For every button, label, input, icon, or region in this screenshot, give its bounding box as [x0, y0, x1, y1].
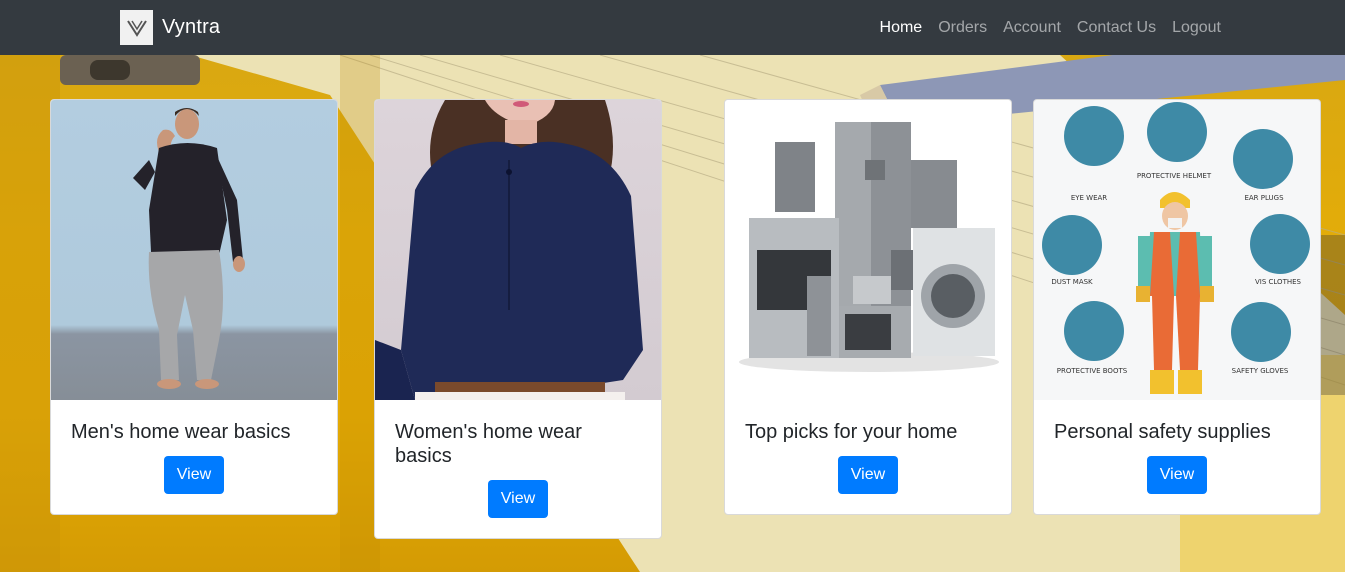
- view-button-home[interactable]: View: [837, 456, 899, 494]
- label-ear-plugs: EAR PLUGS: [1244, 194, 1284, 202]
- brand-link[interactable]: Vyntra: [120, 10, 220, 45]
- nav-orders[interactable]: Orders: [938, 19, 987, 37]
- nav-account[interactable]: Account: [1003, 19, 1061, 37]
- nav-links: Home Orders Account Contact Us Logout: [864, 0, 1221, 55]
- card-title-safety: Personal safety supplies: [1054, 421, 1271, 443]
- label-vis-clothes: VIS CLOTHES: [1255, 278, 1302, 286]
- card-title-home: Top picks for your home: [745, 421, 958, 443]
- category-card-womens: Women's home wear basics View: [374, 99, 662, 539]
- view-button-safety[interactable]: View: [1146, 456, 1208, 494]
- mens-wear-image: [51, 100, 337, 400]
- category-card-home: Top picks for your home View: [724, 99, 1012, 515]
- card-title-womens: Women's home wear basics: [395, 421, 582, 467]
- view-button-mens[interactable]: View: [163, 456, 225, 494]
- safety-supplies-image: EYE WEAR PROTECTIVE HELMET EAR PLUGS DUS…: [1034, 100, 1320, 400]
- label-gloves: SAFETY GLOVES: [1232, 367, 1289, 375]
- brand-name: Vyntra: [162, 16, 221, 38]
- background-desk-image: Men's home wear basics View Women's home…: [0, 55, 1345, 572]
- label-dust-mask: DUST MASK: [1051, 278, 1093, 286]
- label-helmet: PROTECTIVE HELMET: [1137, 172, 1212, 180]
- category-card-safety: EYE WEAR PROTECTIVE HELMET EAR PLUGS DUS…: [1033, 99, 1321, 515]
- brand-logo-icon: [120, 10, 153, 45]
- label-eye-wear: EYE WEAR: [1071, 194, 1107, 202]
- nav-contact-us[interactable]: Contact Us: [1077, 19, 1156, 37]
- top-navbar: Vyntra Home Orders Account Contact Us Lo…: [0, 0, 1345, 55]
- nav-logout[interactable]: Logout: [1172, 19, 1221, 37]
- category-card-mens: Men's home wear basics View: [50, 99, 338, 515]
- nav-home[interactable]: Home: [880, 19, 923, 37]
- womens-wear-image: [375, 100, 661, 400]
- card-title-mens: Men's home wear basics: [71, 421, 291, 443]
- view-button-womens[interactable]: View: [487, 480, 549, 518]
- label-boots: PROTECTIVE BOOTS: [1057, 367, 1128, 375]
- home-appliances-image: [725, 100, 1011, 400]
